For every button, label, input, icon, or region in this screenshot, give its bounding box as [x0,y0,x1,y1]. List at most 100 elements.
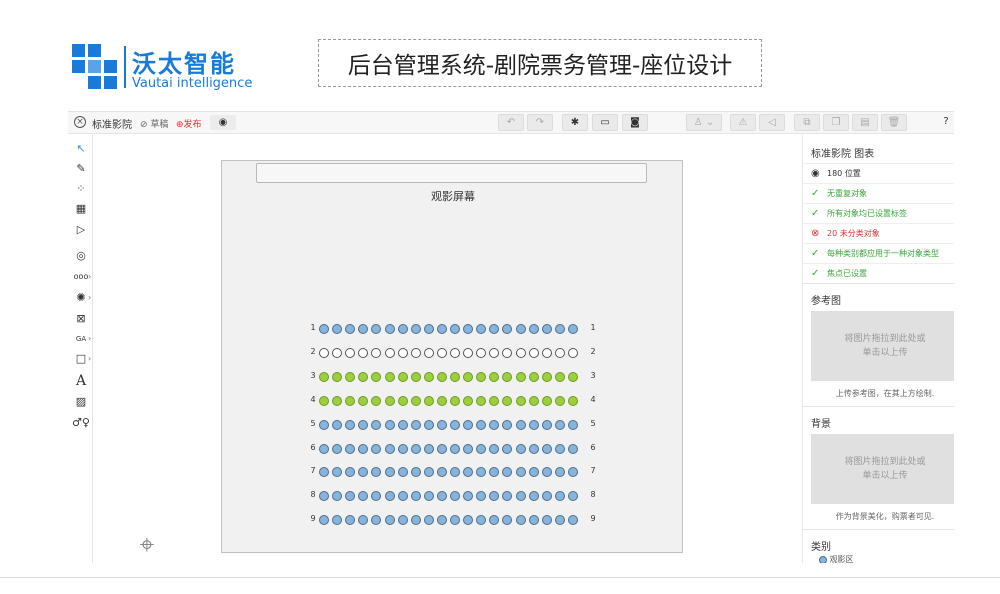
seat[interactable] [476,467,487,478]
seat[interactable] [384,419,395,430]
seat[interactable] [384,347,395,358]
seat[interactable] [515,491,526,502]
seat[interactable] [502,443,513,454]
seat[interactable] [358,467,369,478]
seat[interactable] [541,419,552,430]
validation-item[interactable]: ✓ 所有对象均已设置标签 [803,203,954,223]
seat[interactable] [554,467,565,478]
seat[interactable] [371,515,382,526]
seat[interactable] [541,371,552,382]
seat[interactable] [463,371,474,382]
seat[interactable] [397,347,408,358]
seat[interactable] [528,347,539,358]
seat[interactable] [436,515,447,526]
seat[interactable] [489,371,500,382]
seat[interactable] [345,491,356,502]
seat[interactable] [423,443,434,454]
seat[interactable] [528,467,539,478]
seat[interactable] [332,467,343,478]
seat[interactable] [463,467,474,478]
seat[interactable] [423,347,434,358]
seat[interactable] [541,467,552,478]
seat[interactable] [489,419,500,430]
seat[interactable] [319,467,329,478]
seat[interactable] [319,491,329,502]
shape-tool-arrow-icon[interactable]: › [88,354,91,363]
seat[interactable] [502,515,513,526]
seat[interactable] [450,347,460,358]
seat[interactable] [384,515,395,526]
seat[interactable] [358,371,369,382]
seat[interactable] [345,443,356,454]
seat[interactable] [476,324,487,334]
seat[interactable] [489,491,500,502]
seat[interactable] [554,371,565,382]
seat[interactable] [515,515,526,526]
seat[interactable] [450,395,460,406]
publish-button[interactable]: ⊕发布 [176,117,202,130]
seat[interactable] [463,515,474,526]
seat[interactable] [319,419,329,430]
seat[interactable] [502,324,513,334]
seat[interactable] [371,419,382,430]
paste-icon[interactable]: ▤ [852,114,878,131]
category-item[interactable]: 观影区 [819,554,854,563]
seat[interactable] [489,347,500,358]
seat[interactable] [358,515,369,526]
seat[interactable] [423,395,434,406]
seat[interactable] [476,347,487,358]
seat[interactable] [541,443,552,454]
seat[interactable] [567,324,578,334]
validation-item[interactable]: ⊗ 20 未分类对象 [803,223,954,243]
seat[interactable] [410,443,421,454]
seat[interactable] [332,419,343,430]
seat[interactable] [397,419,408,430]
seat[interactable] [384,371,395,382]
text-tool-icon[interactable]: A [72,373,90,389]
seat[interactable] [476,371,487,382]
seat[interactable] [436,395,447,406]
seat[interactable] [332,324,343,334]
seat[interactable] [515,467,526,478]
seat[interactable] [515,419,526,430]
seat[interactable] [436,324,447,334]
camera-icon[interactable]: ◙ [622,114,648,131]
seat[interactable] [450,491,460,502]
seat[interactable] [436,419,447,430]
seat[interactable] [332,395,343,406]
validation-item[interactable]: ✓ 每种类别都应用于一种对象类型 [803,243,954,263]
seat[interactable] [554,419,565,430]
seat[interactable] [345,419,356,430]
table-tool-arrow-icon[interactable]: › [88,293,91,302]
seat[interactable] [371,467,382,478]
seat[interactable] [489,467,500,478]
seat[interactable] [541,515,552,526]
seat[interactable] [528,324,539,334]
seat[interactable] [476,491,487,502]
seat[interactable] [345,371,356,382]
help-icon[interactable]: ? [938,114,954,131]
seat[interactable] [554,395,565,406]
seat[interactable] [476,515,487,526]
seat[interactable] [450,324,460,334]
seat[interactable] [384,395,395,406]
seat[interactable] [463,491,474,502]
seat[interactable] [489,443,500,454]
seat[interactable] [371,347,382,358]
seat[interactable] [319,324,329,334]
seat[interactable] [463,324,474,334]
focal-point-icon[interactable]: ◎ [72,248,90,264]
ga-area-arrow-icon[interactable]: › [88,334,91,343]
seat[interactable] [489,515,500,526]
seat[interactable] [567,347,578,358]
seat[interactable] [345,347,356,358]
seat[interactable] [423,467,434,478]
seat[interactable] [436,371,447,382]
seat[interactable] [463,347,474,358]
row-tool-arrow-icon[interactable]: › [88,272,91,281]
seat[interactable] [371,491,382,502]
seat[interactable] [384,443,395,454]
zoom-out-button[interactable]: − [128,560,138,563]
seat[interactable] [371,371,382,382]
close-icon[interactable]: × [74,116,86,128]
